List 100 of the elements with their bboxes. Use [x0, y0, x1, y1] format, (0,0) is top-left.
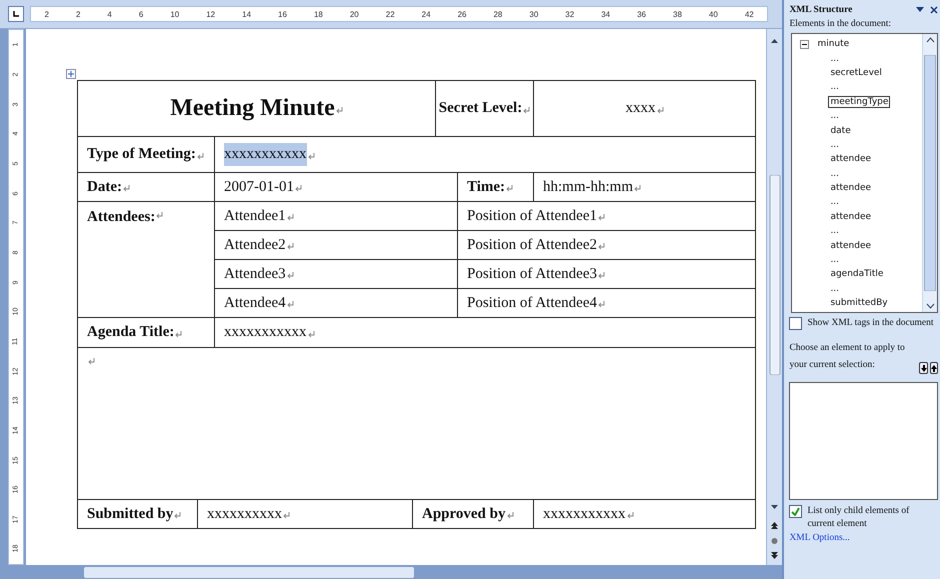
paragraph-mark-icon [286, 301, 294, 308]
checkbox-label[interactable]: List only child elements of current element [807, 505, 938, 531]
tree-item[interactable]: submittedBy [828, 297, 890, 310]
tree-item[interactable]: ... [828, 282, 842, 295]
scroll-thumb[interactable] [768, 175, 781, 375]
ruler-number: 18 [314, 10, 323, 18]
paragraph-mark-icon [634, 185, 641, 192]
tab-stop-button[interactable] [8, 6, 24, 22]
ruler-number: 42 [744, 10, 754, 18]
cell-text: Type of Meeting: [87, 146, 196, 163]
cell-text: Position of Attendee3 [467, 266, 597, 282]
checkbox[interactable] [789, 317, 802, 330]
tree-item[interactable]: ... [828, 110, 842, 122]
paragraph-mark-icon [295, 185, 302, 192]
cell-text: hh:mm-hh:mm [543, 178, 633, 196]
tree-item[interactable]: agendaTitle [828, 268, 886, 280]
paragraph-mark-icon [122, 185, 130, 192]
paragraph-mark-icon [506, 185, 514, 192]
instruction-text: Choose an element to apply to your current selection: [789, 342, 906, 372]
cell-text: xxxxxxxxxx [207, 506, 282, 522]
tree-item[interactable]: attendee [828, 210, 874, 223]
document-title: Meeting Minute [170, 95, 335, 122]
ruler-number: 30 [529, 10, 538, 18]
ruler-number: 24 [422, 10, 431, 18]
cell-text: 2007-01-01 [224, 178, 294, 196]
paragraph-mark-icon [283, 512, 290, 519]
scroll-thumb[interactable] [84, 566, 414, 578]
tree-item[interactable]: ... [828, 254, 842, 266]
element-list[interactable] [789, 382, 938, 500]
tree-item[interactable]: ... [828, 81, 842, 94]
paragraph-mark-icon [598, 272, 605, 279]
ruler-number: 10 [170, 10, 180, 18]
paragraph-mark-icon [308, 152, 314, 160]
tab-stop-icon [12, 10, 20, 18]
tree-item[interactable]: attendee [828, 240, 874, 252]
ruler-number: 2 [44, 10, 49, 18]
tree-item[interactable]: date [828, 124, 853, 137]
paragraph-mark-icon [308, 330, 314, 338]
paragraph-mark-icon [175, 330, 182, 338]
ruler-number: 34 [601, 10, 610, 18]
tree-item[interactable]: attendee [828, 153, 874, 166]
cell-text: xxxxxxxxxxx [543, 506, 626, 522]
move-up-button[interactable] [930, 362, 938, 374]
cell-text: Time: [467, 178, 506, 196]
cell-text: Attendee4 [224, 294, 286, 312]
cell-text: Submitted by [87, 506, 174, 522]
paragraph-mark-icon [336, 106, 343, 114]
ruler-number: 2 [76, 10, 80, 18]
ruler-number: 12 [206, 10, 216, 18]
ruler-number: 4 [107, 10, 112, 18]
cell-text: Position of Attendee1 [467, 208, 597, 224]
cell-text: xxxx [626, 100, 656, 117]
tree-item[interactable]: meetingType [828, 96, 890, 108]
ruler-number: 14 [242, 10, 252, 18]
element-tree[interactable]: minute ... secretLevel ... meetingType ... date ... attendee ... attendee ... attendee ... attendee ... agendaTitle ... submittedBy [791, 33, 938, 313]
tree-item[interactable]: attendee [828, 182, 874, 194]
cell-text: Secret Level: [438, 100, 522, 117]
paragraph-mark-icon [286, 243, 294, 250]
paragraph-mark-icon [156, 212, 164, 219]
tree-item[interactable]: secretLevel [828, 66, 884, 79]
ruler-number: 6 [138, 10, 144, 18]
paragraph-mark-icon [656, 106, 664, 114]
table-move-handle-icon[interactable] [66, 69, 76, 79]
cell-text: Position of Attendee4 [467, 294, 597, 312]
tree-item[interactable]: ... [828, 52, 842, 65]
paragraph-mark-icon [598, 301, 605, 308]
xml-options-link[interactable]: XML Options... [789, 533, 938, 543]
scroll-thumb[interactable] [924, 55, 936, 291]
paragraph-mark-icon [626, 512, 634, 519]
elements-label: Elements in the document: [789, 19, 892, 29]
close-icon[interactable] [916, 6, 938, 14]
ruler-number: 16 [278, 10, 287, 18]
ruler-number: 28 [493, 10, 502, 18]
cell-text: xxxxxxxxxxx [224, 324, 306, 341]
paragraph-mark-icon [174, 512, 182, 519]
tree-item[interactable]: ... [828, 168, 842, 180]
ruler-number: 36 [637, 10, 646, 18]
ruler-number: 32 [565, 10, 574, 18]
cell-text: Date: [87, 178, 122, 196]
ruler-number: 38 [673, 10, 682, 18]
pane-title: XML Structure [789, 4, 852, 14]
checkbox[interactable] [789, 505, 802, 518]
paragraph-mark-icon [506, 512, 514, 519]
tree-item[interactable]: ... [828, 196, 842, 208]
move-down-button[interactable] [919, 362, 928, 374]
cell-text: Approved by [422, 506, 506, 522]
cell-text: Position of Attendee2 [467, 236, 597, 254]
ruler-number: 20 [350, 10, 359, 18]
collapse-icon[interactable] [800, 40, 810, 49]
tree-item[interactable]: ... [828, 138, 842, 151]
cell-text: Attendee3 [224, 266, 286, 282]
paragraph-mark-icon [88, 358, 95, 365]
checkbox-label[interactable]: Show XML tags in the document [807, 317, 934, 330]
horizontal-ruler[interactable]: 2 2 4 6 10 12 14 16 18 20 22 24 26 28 30 32 34 36 38 40 42 [30, 6, 768, 22]
cell-text: Attendee2 [224, 236, 286, 254]
paragraph-mark-icon [286, 272, 294, 279]
tree-item[interactable]: ... [828, 225, 842, 238]
cell-text: Agenda Title: [87, 324, 174, 341]
tree-item[interactable]: minute [815, 38, 852, 50]
cell-text: Attendees: [87, 209, 156, 226]
